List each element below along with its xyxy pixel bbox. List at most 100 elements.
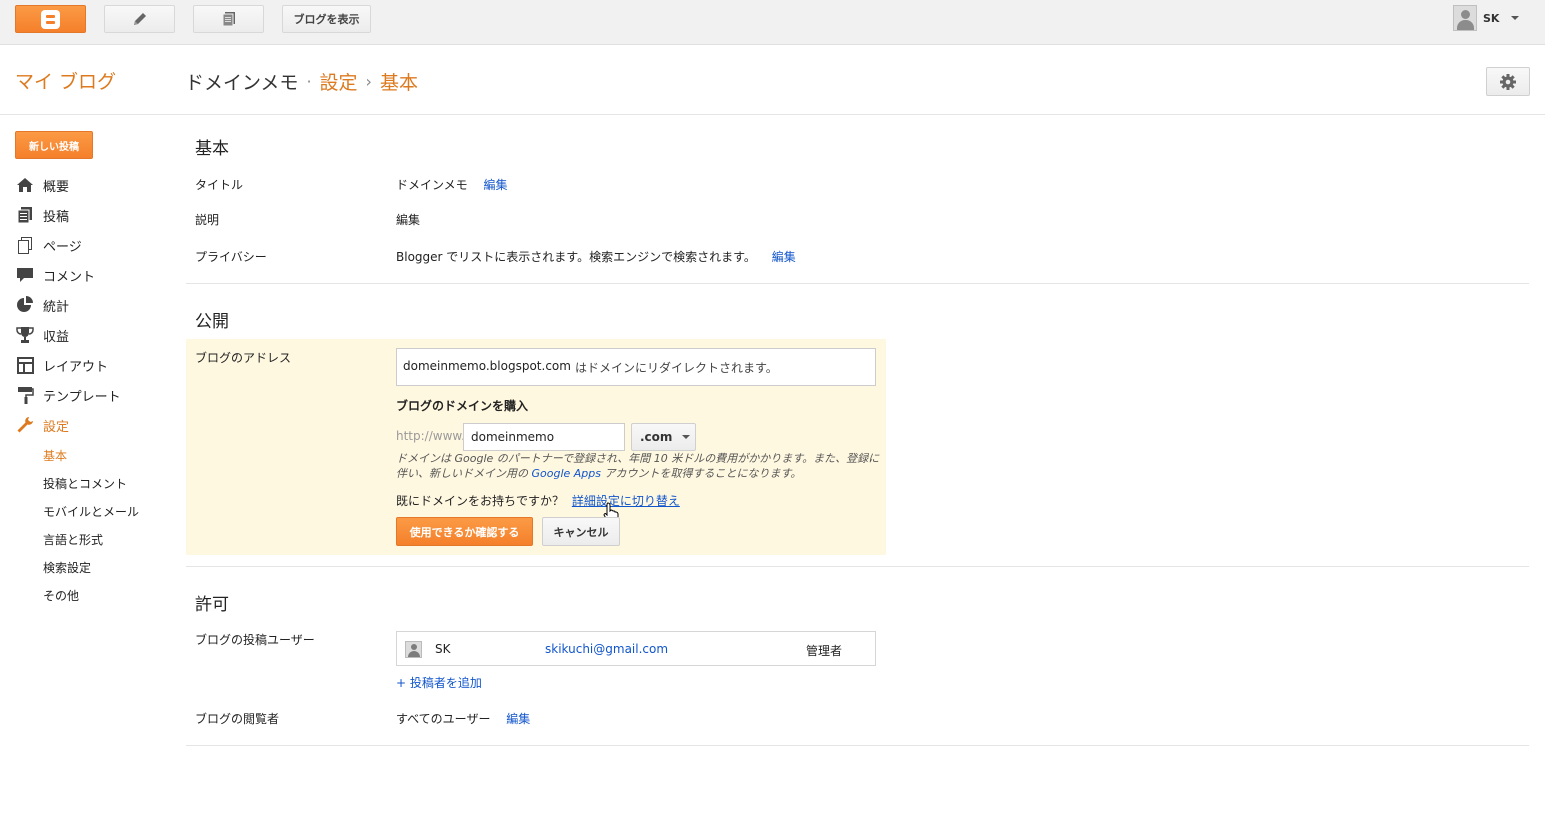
- blog-address-suffix: はドメインにリダイレクトされます。: [575, 361, 778, 375]
- user-role: 管理者: [806, 644, 843, 658]
- settings-sub-search[interactable]: 検索設定: [43, 559, 91, 576]
- title-label: タイトル: [195, 178, 244, 192]
- cancel-button[interactable]: キャンセル: [542, 517, 620, 546]
- account-name: SK: [1483, 11, 1500, 25]
- sidebar-item-label: 収益: [43, 329, 70, 345]
- breadcrumb-dot: ·: [306, 72, 312, 91]
- documents-icon: [222, 12, 235, 27]
- posts-list-button[interactable]: [193, 5, 264, 33]
- sidebar-item-posts[interactable]: 投稿: [15, 204, 69, 226]
- wrench-icon: [15, 416, 35, 434]
- sidebar-item-label: 設定: [43, 419, 70, 435]
- view-blog-button[interactable]: ブログを表示: [282, 5, 371, 33]
- domain-input[interactable]: domeinmemo: [463, 423, 625, 451]
- settings-sub-basic[interactable]: 基本: [43, 447, 67, 464]
- privacy-edit-link[interactable]: 編集: [772, 250, 796, 264]
- blog-readers-label: ブログの閲覧者: [195, 712, 280, 726]
- breadcrumb: ドメインメモ · 設定 › 基本: [185, 68, 418, 95]
- section-divider: [186, 566, 1529, 567]
- section-title-basic: 基本: [195, 139, 229, 159]
- sidebar-item-label: 投稿: [43, 209, 70, 225]
- have-domain-text: 既にドメインをお持ちですか？: [396, 494, 565, 508]
- sidebar-item-pages[interactable]: ページ: [15, 234, 82, 256]
- blogger-logo-icon: [41, 9, 60, 29]
- new-post-button[interactable]: 新しい投稿: [15, 131, 93, 159]
- title-value-row: ドメインメモ 編集: [396, 176, 507, 193]
- privacy-value-row: Blogger でリストに表示されます。検索エンジンで検索されます。 編集: [396, 248, 796, 265]
- check-availability-button[interactable]: 使用できるか確認する: [396, 517, 533, 546]
- sidebar-item-settings[interactable]: 設定: [15, 414, 69, 436]
- blog-address-value: domeinmemo.blogspot.com: [403, 359, 571, 373]
- comment-icon: [15, 266, 35, 284]
- sidebar-item-label: テンプレート: [43, 389, 121, 405]
- sidebar-item-label: コメント: [43, 269, 96, 285]
- title-value: ドメインメモ: [396, 178, 468, 192]
- chevron-down-icon: [682, 435, 691, 439]
- advanced-settings-link[interactable]: 詳細設定に切り替え: [572, 494, 680, 508]
- sidebar-item-label: レイアウト: [43, 359, 109, 375]
- home-icon: [15, 176, 35, 194]
- gear-icon: [1500, 73, 1516, 90]
- sidebar-item-stats[interactable]: 統計: [15, 294, 69, 316]
- blogger-home-button[interactable]: [15, 5, 86, 33]
- description-label: 説明: [195, 213, 220, 227]
- privacy-value: Blogger でリストに表示されます。検索エンジンで検索されます。: [396, 250, 756, 264]
- tld-select[interactable]: .com: [631, 423, 696, 451]
- top-bar: ブログを表示 SK: [0, 0, 1545, 45]
- domain-prefix: http://www.: [396, 429, 465, 443]
- user-email[interactable]: skikuchi@gmail.com: [545, 642, 668, 656]
- have-domain-row: 既にドメインをお持ちですか？ 詳細設定に切り替え: [396, 492, 680, 509]
- my-blog-link[interactable]: マイ ブログ: [15, 67, 116, 94]
- readers-edit-link[interactable]: 編集: [506, 712, 530, 726]
- settings-sub-posts-comments[interactable]: 投稿とコメント: [43, 475, 127, 492]
- add-author-link[interactable]: + 投稿者を追加: [396, 674, 482, 691]
- layout-icon: [15, 356, 35, 374]
- sidebar-item-label: 概要: [43, 179, 70, 195]
- breadcrumb-settings[interactable]: 設定: [320, 68, 358, 95]
- breadcrumb-chevron: ›: [365, 72, 372, 91]
- privacy-label: プライバシー: [195, 250, 267, 264]
- settings-sub-mobile-email[interactable]: モバイルとメール: [43, 503, 139, 520]
- paint-roller-icon: [15, 386, 35, 404]
- sidebar-item-overview[interactable]: 概要: [15, 174, 69, 196]
- buy-domain-title: ブログのドメインを購入: [396, 399, 529, 413]
- header-divider: [0, 114, 1545, 115]
- breadcrumb-current: 基本: [379, 72, 418, 94]
- chevron-down-icon: [1511, 16, 1520, 20]
- pie-chart-icon: [15, 296, 35, 314]
- domain-note-text-2: アカウントを取得することになります。: [601, 467, 802, 480]
- user-avatar-icon: [405, 641, 422, 658]
- domain-input-value: domeinmemo: [471, 430, 555, 444]
- account-menu[interactable]: SK: [1453, 5, 1520, 31]
- sidebar-item-comments[interactable]: コメント: [15, 264, 95, 286]
- readers-value-row: すべてのユーザー 編集: [396, 710, 530, 727]
- google-apps-link[interactable]: Google Apps: [532, 467, 602, 480]
- user-name: SK: [435, 642, 451, 656]
- sidebar-item-label: 統計: [43, 299, 70, 315]
- pages-icon: [15, 236, 35, 254]
- pencil-icon: [133, 13, 146, 25]
- avatar: [1453, 5, 1477, 31]
- section-title-publish: 公開: [195, 312, 229, 332]
- breadcrumb-blog-name: ドメインメモ: [185, 72, 299, 94]
- sidebar-item-label: ページ: [43, 239, 82, 255]
- sidebar-item-template[interactable]: テンプレート: [15, 384, 121, 406]
- section-title-permissions: 許可: [195, 595, 229, 615]
- settings-sub-language-format[interactable]: 言語と形式: [43, 531, 103, 548]
- sidebar-item-earnings[interactable]: 収益: [15, 324, 69, 346]
- blog-address-box: domeinmemo.blogspot.com はドメインにリダイレクトされます…: [396, 348, 876, 386]
- domain-note: ドメインは Google のパートナーで登録され、年間 10 米ドルの費用がかか…: [396, 451, 880, 481]
- author-row: SK skikuchi@gmail.com 管理者: [396, 631, 876, 666]
- blog-authors-label: ブログの投稿ユーザー: [195, 633, 315, 647]
- title-edit-link[interactable]: 編集: [483, 178, 507, 192]
- blog-address-label: ブログのアドレス: [195, 351, 292, 365]
- description-edit-link[interactable]: 編集: [396, 211, 420, 228]
- new-post-pencil-button[interactable]: [104, 5, 175, 33]
- settings-gear-button[interactable]: [1486, 67, 1530, 96]
- tld-value: .com: [640, 430, 673, 444]
- posts-icon: [15, 206, 35, 224]
- sidebar-item-layout[interactable]: レイアウト: [15, 354, 108, 376]
- settings-sub-other[interactable]: その他: [43, 587, 79, 604]
- readers-value: すべてのユーザー: [396, 712, 491, 726]
- trophy-icon: [15, 326, 35, 344]
